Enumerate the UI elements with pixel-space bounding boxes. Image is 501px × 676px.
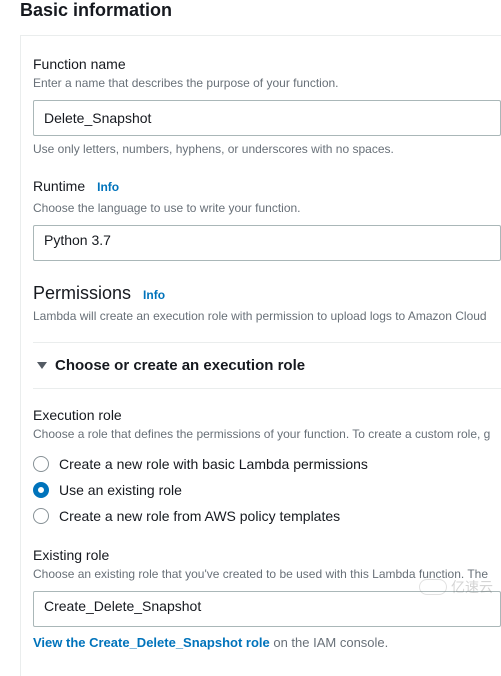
radio-create-policy[interactable]: Create a new role from AWS policy templa… (33, 503, 501, 529)
radio-icon (33, 508, 49, 524)
existing-role-label: Existing role (33, 547, 501, 563)
runtime-info-link[interactable]: Info (97, 180, 119, 194)
radio-label: Use an existing role (59, 482, 182, 498)
view-role-link[interactable]: View the Create_Delete_Snapshot role (33, 635, 270, 650)
radio-icon (33, 482, 49, 498)
radio-create-basic[interactable]: Create a new role with basic Lambda perm… (33, 451, 501, 477)
permissions-desc: Lambda will create an execution role wit… (33, 308, 501, 325)
execution-role-radio-group: Create a new role with basic Lambda perm… (33, 451, 501, 529)
execution-role-label: Execution role (33, 407, 501, 423)
runtime-label: Runtime (33, 178, 85, 194)
existing-role-block: Existing role Choose an existing role th… (33, 547, 501, 650)
runtime-desc: Choose the language to use to write your… (33, 200, 501, 217)
permissions-block: Permissions Info Lambda will create an e… (33, 283, 501, 325)
runtime-selected-value: Python 3.7 (44, 232, 111, 248)
existing-role-select[interactable]: Create_Delete_Snapshot (33, 591, 501, 627)
execution-role-expander[interactable]: Choose or create an execution role (33, 342, 501, 389)
function-name-constraint: Use only letters, numbers, hyphens, or u… (33, 142, 501, 156)
permissions-title: Permissions (33, 283, 131, 304)
execution-role-block: Execution role Choose a role that define… (33, 407, 501, 529)
view-role-suffix: on the IAM console. (270, 635, 389, 650)
radio-label: Create a new role from AWS policy templa… (59, 508, 340, 524)
triangle-down-icon (37, 362, 47, 369)
expander-label: Choose or create an execution role (55, 357, 305, 374)
existing-role-desc: Choose an existing role that you've crea… (33, 566, 501, 583)
radio-label: Create a new role with basic Lambda perm… (59, 456, 368, 472)
execution-role-desc: Choose a role that defines the permissio… (33, 426, 501, 443)
runtime-select[interactable]: Python 3.7 (33, 225, 501, 261)
permissions-info-link[interactable]: Info (143, 288, 165, 302)
function-name-input[interactable] (33, 100, 501, 136)
function-name-label: Function name (33, 56, 501, 72)
runtime-block: Runtime Info Choose the language to use … (33, 178, 501, 261)
existing-role-selected-value: Create_Delete_Snapshot (44, 598, 201, 614)
radio-icon (33, 456, 49, 472)
function-name-desc: Enter a name that describes the purpose … (33, 75, 501, 92)
section-title: Basic information (20, 0, 501, 36)
function-name-block: Function name Enter a name that describe… (33, 56, 501, 156)
radio-use-existing[interactable]: Use an existing role (33, 477, 501, 503)
view-role-text: View the Create_Delete_Snapshot role on … (33, 635, 501, 650)
